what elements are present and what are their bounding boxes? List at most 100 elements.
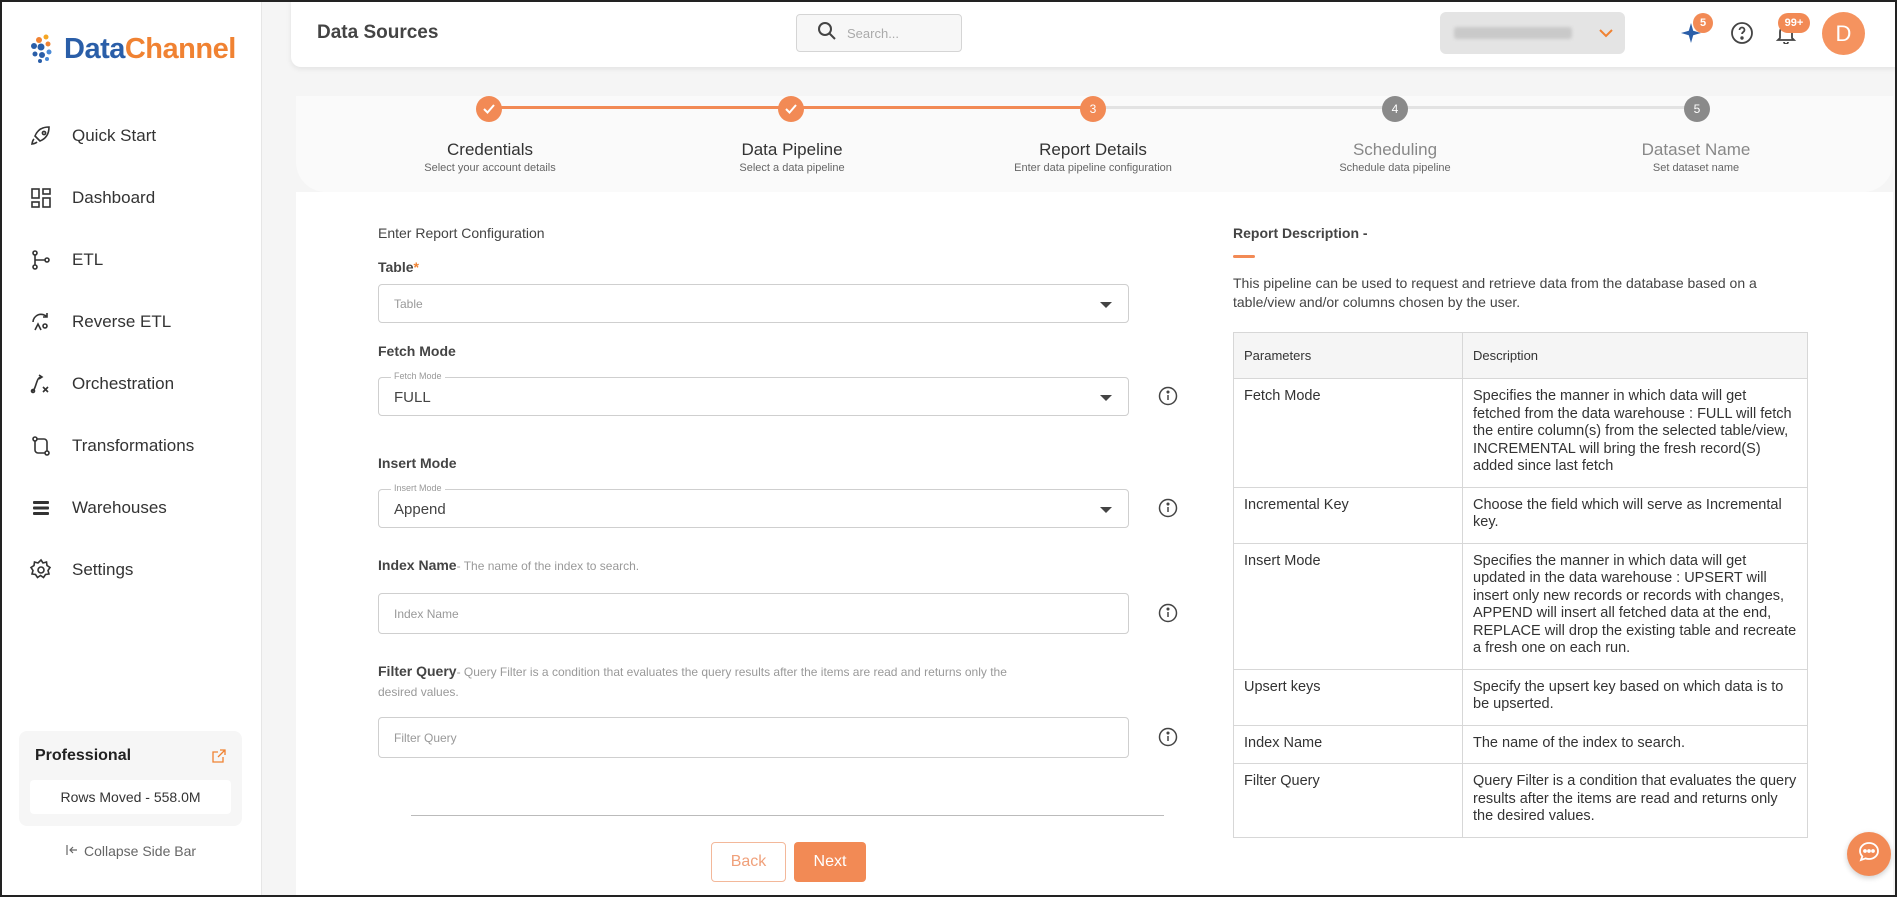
column-header-description: Description — [1462, 332, 1808, 379]
sidebar-nav: Quick Start Dashboard ETL Reverse ETL Or… — [0, 105, 262, 601]
step-title: Credentials — [447, 140, 533, 159]
info-icon[interactable] — [1158, 386, 1178, 406]
sidebar-item-warehouses[interactable]: Warehouses — [0, 477, 262, 539]
external-link-icon[interactable] — [212, 749, 226, 763]
param-description: Specifies the manner in which data will … — [1462, 378, 1808, 488]
step-number-3: 3 — [1080, 96, 1106, 122]
table-placeholder: Table — [394, 297, 423, 311]
column-header-parameters: Parameters — [1233, 332, 1463, 379]
back-button[interactable]: Back — [711, 842, 786, 882]
fetch-mode-label: Fetch Mode — [378, 343, 456, 359]
table-row: Incremental Key Choose the field which w… — [1233, 486, 1808, 544]
sidebar-item-etl[interactable]: ETL — [0, 229, 262, 291]
parameters-table: Parameters Description Fetch Mode Specif… — [1233, 332, 1808, 838]
param-name: Index Name — [1233, 724, 1463, 764]
table-row: Fetch Mode Specifies the manner in which… — [1233, 378, 1808, 488]
sidebar-item-label: Warehouses — [72, 498, 167, 517]
collapse-icon — [66, 843, 78, 859]
step-title: Dataset Name — [1641, 140, 1751, 159]
filter-query-input[interactable]: Filter Query — [378, 717, 1129, 758]
app-logo[interactable]: DataChannel — [28, 32, 236, 66]
logo-text-channel: Channel — [124, 32, 236, 65]
search-placeholder: Search... — [847, 25, 900, 41]
param-name: Fetch Mode — [1233, 378, 1463, 488]
reverse-etl-icon — [28, 309, 54, 335]
search-input[interactable]: Search... — [796, 14, 962, 52]
insert-mode-label: Insert Mode — [378, 455, 457, 471]
report-description-text: This pipeline can be used to request and… — [1233, 275, 1757, 310]
search-icon — [817, 21, 837, 46]
page-title: Data Sources — [317, 22, 439, 43]
table-label: Table* — [378, 259, 419, 275]
step-subtitle: Set dataset name — [1652, 162, 1740, 174]
param-description: Specify the upsert key based on which da… — [1462, 668, 1808, 726]
sidebar-item-label: Quick Start — [72, 126, 157, 145]
sidebar-item-label: Transformations — [72, 436, 195, 455]
step-number-5: 5 — [1684, 96, 1710, 122]
chevron-down-icon — [1100, 507, 1112, 513]
chat-support-button[interactable] — [1847, 832, 1891, 876]
table-select[interactable]: Table — [378, 284, 1129, 323]
insert-mode-float-label: Insert Mode — [391, 483, 445, 493]
sidebar-item-label: Settings — [72, 560, 134, 579]
param-description: The name of the index to search. — [1462, 724, 1808, 764]
sidebar-item-transformations[interactable]: Transformations — [0, 415, 262, 477]
chevron-down-icon — [1100, 302, 1112, 308]
sidebar-item-settings[interactable]: Settings — [0, 539, 262, 601]
param-name: Insert Mode — [1233, 542, 1463, 670]
sidebar-item-dashboard[interactable]: Dashboard — [0, 167, 262, 229]
sidebar-item-quick-start[interactable]: Quick Start — [0, 105, 262, 167]
insert-mode-value: Append — [394, 501, 446, 518]
title-accent — [1233, 255, 1255, 258]
step-title: Scheduling — [1352, 140, 1438, 159]
help-icon[interactable] — [1727, 18, 1757, 48]
collapse-sidebar-button[interactable]: Collapse Side Bar — [0, 843, 262, 859]
info-icon[interactable] — [1158, 727, 1178, 747]
fetch-mode-float-label: Fetch Mode — [391, 371, 445, 381]
chat-icon — [1857, 840, 1881, 869]
param-name: Upsert keys — [1233, 668, 1463, 726]
notifications-badge: 99+ — [1778, 13, 1810, 33]
param-description: Query Filter is a condition that evaluat… — [1462, 763, 1808, 838]
gear-icon — [28, 557, 54, 583]
top-header: Data Sources Search... 5 99+ D — [291, 0, 1897, 67]
sparkle-badge: 5 — [1693, 13, 1713, 33]
info-icon[interactable] — [1158, 603, 1178, 623]
next-button[interactable]: Next — [794, 842, 866, 882]
collapse-label: Collapse Side Bar — [83, 843, 197, 859]
sidebar: DataChannel Quick Start Dashboard ETL Re… — [0, 0, 262, 897]
info-icon[interactable] — [1158, 498, 1178, 518]
step-subtitle: Enter data pipeline configuration — [1014, 162, 1172, 174]
logo-text-data: Data — [64, 32, 125, 65]
step-title: Report Details — [1039, 140, 1147, 159]
orchestration-icon — [28, 371, 54, 397]
sidebar-item-label: Dashboard — [72, 188, 156, 207]
filter-query-placeholder: Filter Query — [394, 731, 457, 745]
sidebar-item-orchestration[interactable]: Orchestration — [0, 353, 262, 415]
etl-icon — [28, 247, 54, 273]
report-description-title: Report Description - — [1233, 225, 1368, 241]
table-row: Index Name The name of the index to sear… — [1233, 724, 1808, 764]
section-title: Enter Report Configuration — [378, 225, 545, 241]
step-connector — [1093, 106, 1394, 109]
avatar[interactable]: D — [1822, 12, 1865, 55]
step-subtitle: Select a data pipeline — [739, 162, 845, 174]
workspace-name-redacted — [1454, 27, 1572, 39]
plan-title: Professional — [35, 747, 132, 764]
table-row: Insert Mode Specifies the manner in whic… — [1233, 542, 1808, 670]
step-connector — [791, 106, 1092, 109]
param-name: Filter Query — [1233, 763, 1463, 838]
workspace-select[interactable] — [1440, 12, 1625, 54]
step-title: Data Pipeline — [741, 140, 843, 159]
step-check-icon — [778, 96, 804, 122]
fetch-mode-select[interactable]: Fetch Mode FULL — [378, 371, 1129, 416]
rows-moved: Rows Moved - 558.0M — [30, 780, 231, 814]
step-number-4: 4 — [1382, 96, 1408, 122]
step-connector — [1395, 106, 1696, 109]
sidebar-item-label: Orchestration — [72, 374, 175, 393]
index-name-input[interactable]: Index Name — [378, 593, 1129, 634]
sidebar-item-reverse-etl[interactable]: Reverse ETL — [0, 291, 262, 353]
step-connector — [489, 106, 790, 109]
insert-mode-select[interactable]: Insert Mode Append — [378, 483, 1129, 528]
chevron-down-icon — [1597, 24, 1615, 47]
